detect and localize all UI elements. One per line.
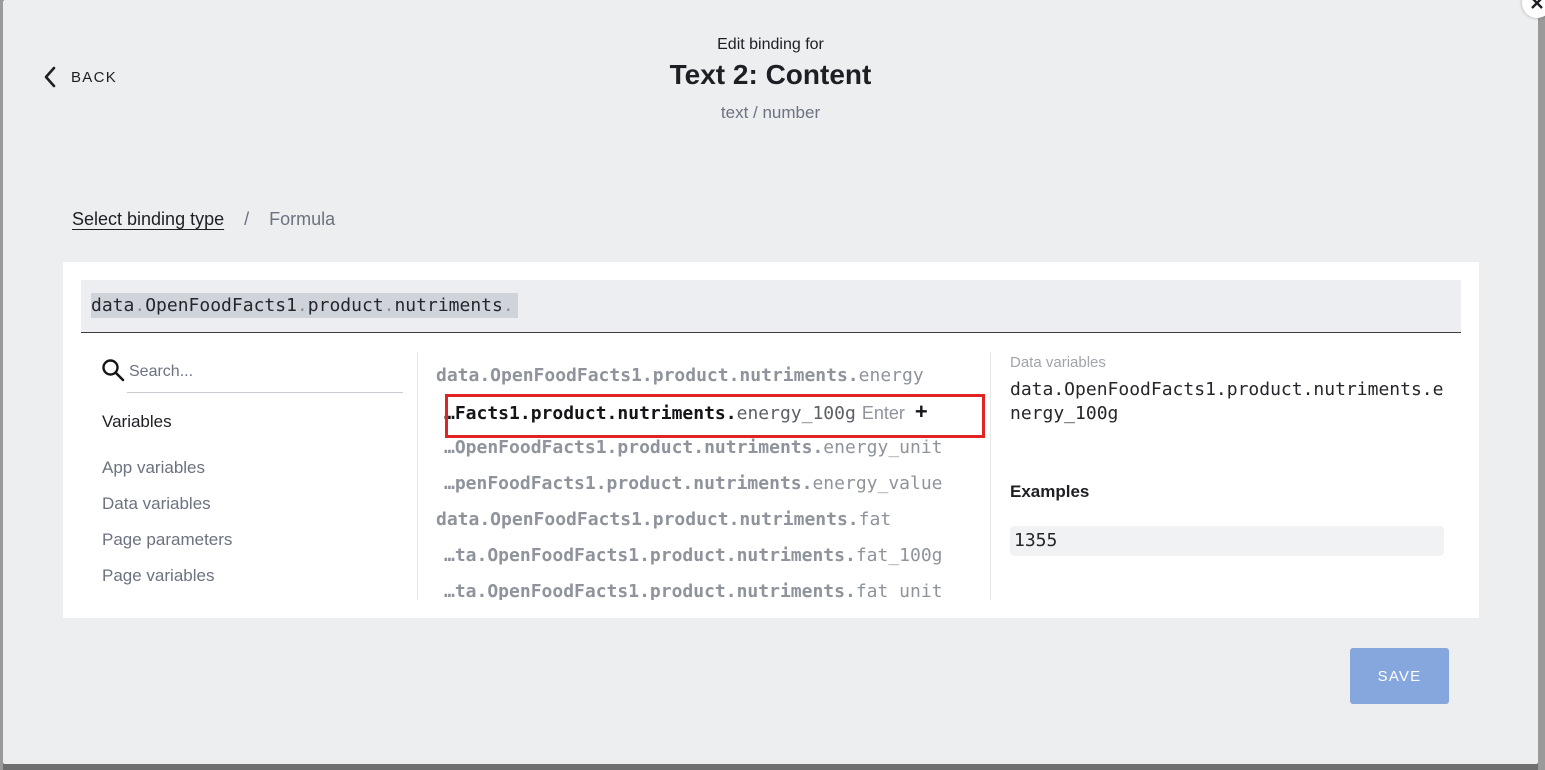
suggestion-item[interactable]: …ta.OpenFoodFacts1.product.nutriments.fa… [444, 577, 943, 600]
suggestion-item[interactable]: …OpenFoodFacts1.product.nutriments.energ… [444, 433, 943, 463]
category-data-variables[interactable]: Data variables [102, 494, 211, 514]
suggestion-name: fat [858, 509, 892, 530]
suggestion-name: fat_unit [855, 581, 943, 600]
formula-token: nutriments [394, 295, 503, 316]
suggestion-prefix: …penFoodFacts1.product.nutriments. [444, 473, 813, 494]
suggestion-item[interactable]: …ta.OpenFoodFacts1.product.nutriments.fa… [444, 541, 943, 571]
suggestions-list: data.OpenFoodFacts1.product.nutriments.e… [418, 352, 991, 600]
suggestion-prefix: …ta.OpenFoodFacts1.product.nutriments. [444, 545, 856, 566]
save-button[interactable]: SAVE [1350, 648, 1449, 704]
variables-sidebar: Variables App variables Data variables P… [63, 352, 418, 600]
search-icon [102, 359, 125, 382]
details-variable-path: data.OpenFoodFacts1.product.nutriments.e… [1010, 379, 1444, 424]
close-icon [1531, 0, 1543, 9]
suggestion-name: fat_100g [855, 545, 943, 566]
details-category-label: Data variables [1010, 354, 1106, 371]
suggestion-prefix: …ta.OpenFoodFacts1.product.nutriments. [444, 581, 856, 600]
suggestion-item[interactable]: …penFoodFacts1.product.nutriments.energy… [444, 469, 943, 499]
breadcrumb-select-binding-type[interactable]: Select binding type [72, 209, 224, 230]
variables-heading: Variables [102, 412, 172, 431]
formula-token: . [502, 295, 514, 316]
formula-token: data [91, 295, 135, 316]
formula-token: OpenFoodFacts1 [145, 295, 297, 316]
suggestion-prefix: data.OpenFoodFacts1.product.nutriments. [436, 365, 859, 386]
suggestion-item[interactable]: data.OpenFoodFacts1.product.nutriments.f… [436, 505, 891, 535]
breadcrumb: Select binding type / Formula [72, 209, 335, 230]
backdrop-fragment [1538, 0, 1545, 770]
category-page-variables[interactable]: Page variables [102, 566, 214, 586]
breadcrumb-current: Formula [269, 209, 336, 229]
example-value: 1355 [1010, 526, 1444, 556]
formula-panel: data.OpenFoodFacts1.product.nutriments. … [63, 262, 1479, 618]
suggestion-name: energy_unit [823, 437, 943, 458]
category-app-variables[interactable]: App variables [102, 458, 205, 478]
modal-pretitle: Edit binding for [717, 36, 824, 53]
selection-highlight [445, 394, 985, 438]
category-page-parameters[interactable]: Page parameters [102, 530, 232, 550]
suggestion-name: energy_value [812, 473, 943, 494]
formula-text: data.OpenFoodFacts1.product.nutriments. [91, 293, 518, 318]
formula-token: . [383, 295, 395, 316]
formula-token: . [134, 295, 146, 316]
suggestion-prefix: data.OpenFoodFacts1.product.nutriments. [436, 509, 859, 530]
formula-token: . [296, 295, 308, 316]
edit-binding-modal: BACK Edit binding for Text 2: Content te… [3, 0, 1545, 764]
formula-token: product [307, 295, 384, 316]
examples-heading: Examples [1010, 482, 1090, 501]
modal-title: Text 2: Content [669, 59, 872, 90]
suggestion-prefix: …OpenFoodFacts1.product.nutriments. [444, 437, 824, 458]
formula-editor[interactable]: data.OpenFoodFacts1.product.nutriments. [81, 280, 1461, 333]
suggestion-item[interactable]: data.OpenFoodFacts1.product.nutriments.e… [436, 361, 924, 391]
binding-value-type: text / number [720, 103, 821, 122]
close-button[interactable] [1522, 0, 1545, 18]
breadcrumb-separator: / [244, 209, 250, 229]
search-input[interactable] [127, 352, 403, 393]
suggestion-name: energy [858, 365, 924, 386]
